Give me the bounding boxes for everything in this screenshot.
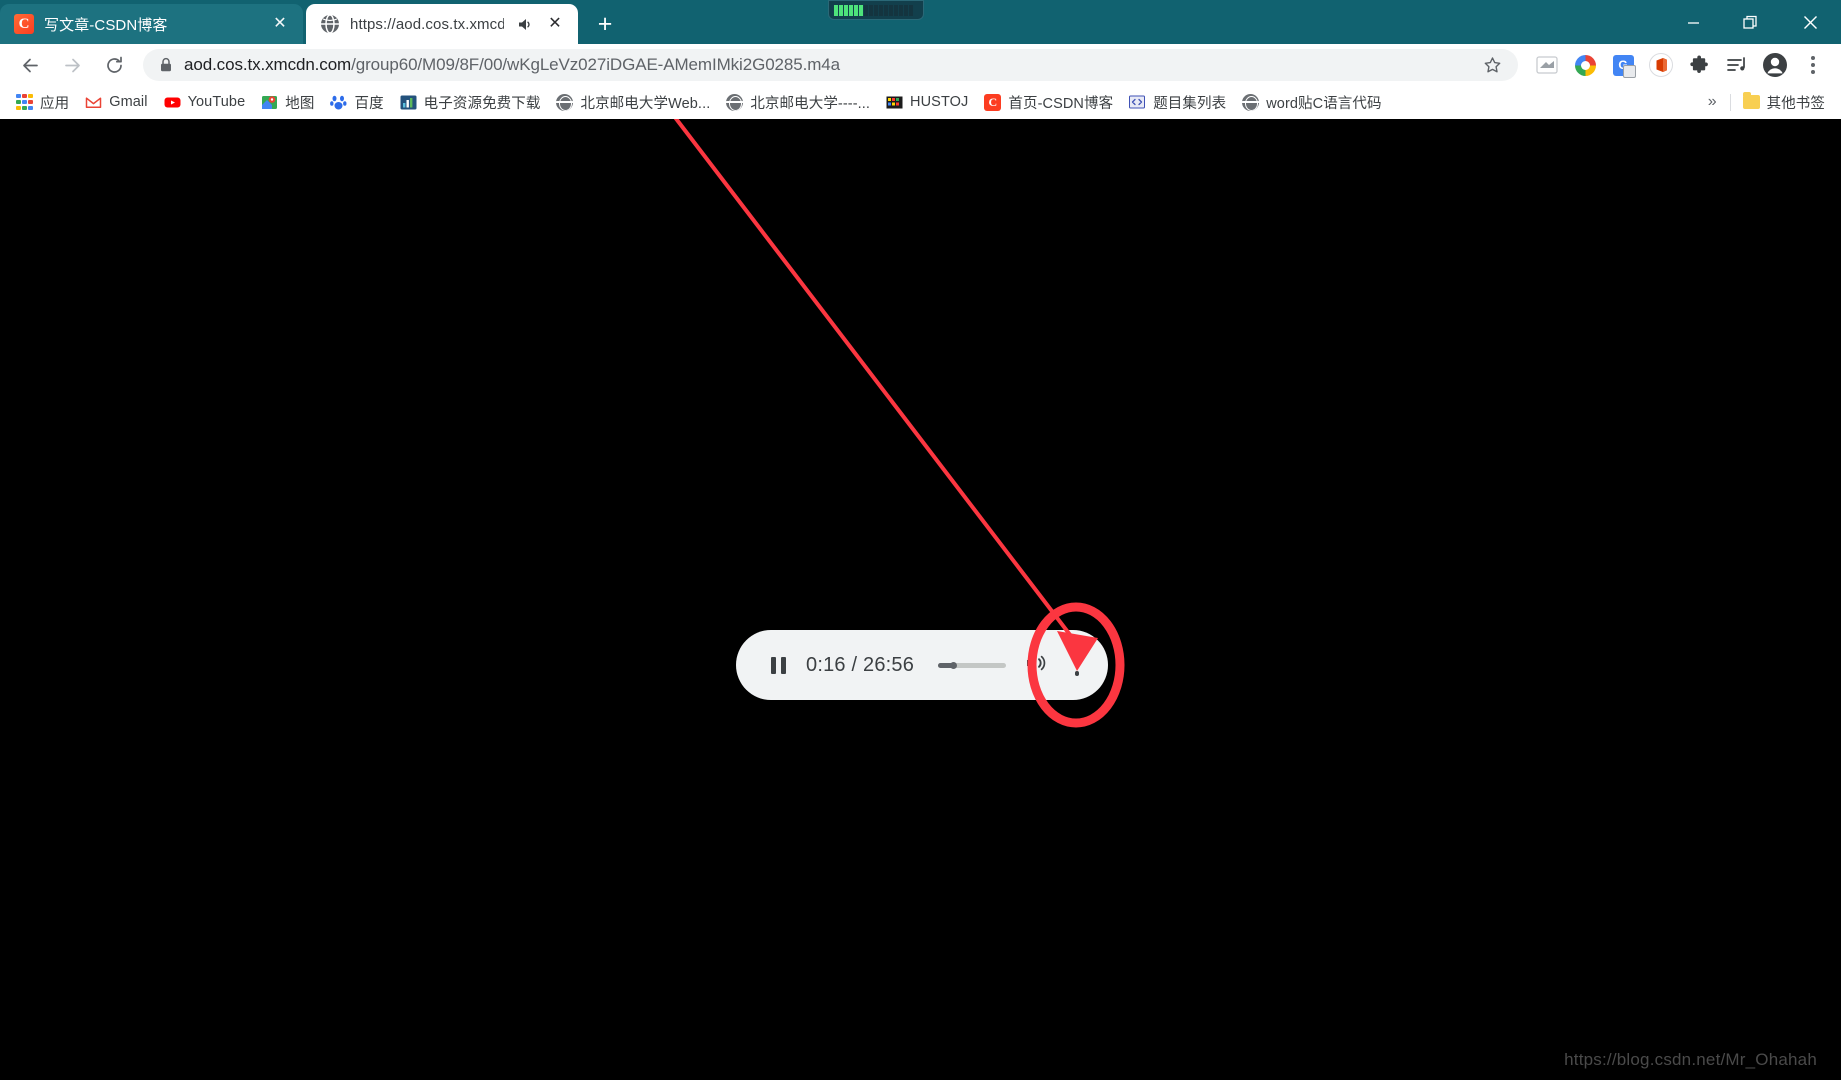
volume-button[interactable] (1020, 648, 1054, 682)
bookmarks-divider (1729, 93, 1731, 111)
audio-player: 0:16 / 26:56 (736, 630, 1108, 700)
slider-knob[interactable] (950, 661, 958, 669)
chart-icon (400, 94, 417, 111)
restore-button[interactable] (1722, 0, 1779, 44)
bookmark-label: 北京邮电大学Web... (580, 95, 711, 112)
youtube-icon (164, 94, 181, 111)
folder-icon (1742, 92, 1760, 109)
browser-tab-audio[interactable]: https://aod.cos.tx.xmcdn.c ✕ (306, 4, 578, 44)
more-options-icon (1074, 654, 1080, 676)
globe-favicon-icon (320, 14, 340, 34)
window-controls (1665, 0, 1841, 44)
chrome-menu-icon[interactable] (1795, 48, 1831, 82)
bookmark-label: 应用 (40, 95, 70, 112)
bookmark-label: 其他书签 (1766, 95, 1825, 112)
bookmark-hustoj[interactable]: HUSTOJ (878, 89, 976, 115)
csdn-favicon-icon: C (14, 14, 34, 34)
forward-button[interactable] (52, 48, 92, 82)
new-tab-button[interactable]: + (588, 7, 622, 41)
bookmarks-overflow-icon[interactable]: » (1699, 93, 1726, 111)
tab-close-icon[interactable]: ✕ (269, 13, 291, 35)
tab-close-icon[interactable]: ✕ (544, 13, 566, 35)
volume-on-icon (1025, 652, 1049, 679)
slider-track (938, 661, 1006, 669)
csdn-icon: C (984, 93, 1002, 111)
bookmark-label: word贴C语言代码 (1266, 95, 1382, 112)
profile-avatar-icon[interactable] (1757, 48, 1793, 82)
bookmark-label: 首页-CSDN博客 (1008, 95, 1114, 112)
office-icon[interactable] (1643, 48, 1679, 82)
bookmark-label: 题目集列表 (1153, 95, 1227, 112)
bookmark-label: 电子资源免费下载 (423, 95, 541, 112)
tab-strip: C 写文章-CSDN博客 ✕ https://aod.cos.tx.xmcdn.… (0, 0, 1841, 44)
bookmark-gmail[interactable]: Gmail (77, 89, 155, 115)
globe-icon (726, 93, 744, 111)
extension-grey-icon[interactable] (1529, 48, 1565, 82)
bookmark-csdn-home[interactable]: C 首页-CSDN博客 (976, 89, 1121, 115)
lock-icon (159, 57, 173, 73)
close-window-button[interactable] (1779, 0, 1841, 44)
watermark-text: https://blog.csdn.net/Mr_Ohahah (1564, 1050, 1817, 1069)
puzzle-extensions-icon[interactable] (1681, 48, 1717, 82)
pause-icon (770, 656, 786, 674)
bookmark-apps[interactable]: 应用 (8, 89, 77, 115)
bookmark-label: 百度 (354, 95, 384, 112)
google-translate-icon[interactable]: G (1605, 48, 1641, 82)
page-content: 0:16 / 26:56 https://blog.csdn.net/Mr_Oh… (0, 119, 1841, 1080)
maps-icon (261, 94, 278, 111)
bookmark-label: 北京邮电大学----... (750, 95, 871, 112)
baidu-icon (330, 94, 347, 111)
back-button[interactable] (10, 48, 50, 82)
play-pause-button[interactable] (760, 647, 796, 683)
bookmark-label: HUSTOJ (910, 94, 969, 110)
tab-title: 写文章-CSDN博客 (44, 16, 168, 34)
player-more-options-button[interactable] (1054, 642, 1100, 688)
bookmark-word-c-code[interactable]: word贴C语言代码 (1234, 89, 1389, 115)
bookmark-label: YouTube (187, 94, 246, 110)
bookmark-star-icon[interactable] (1478, 51, 1506, 79)
performance-meter-widget (828, 0, 924, 20)
code-icon (1129, 94, 1146, 111)
apps-grid-icon (16, 93, 33, 111)
tab-audio-playing-icon[interactable] (514, 14, 534, 34)
bookmark-bupt[interactable]: 北京邮电大学----... (718, 89, 878, 115)
color-ring-icon[interactable] (1567, 48, 1603, 82)
media-playlist-icon[interactable] (1719, 48, 1755, 82)
browser-toolbar: aod.cos.tx.xmcdn.com/group60/M09/8F/00/w… (0, 44, 1841, 86)
hustoj-icon (886, 94, 903, 111)
globe-icon (556, 93, 574, 111)
url-text: aod.cos.tx.xmcdn.com/group60/M09/8F/00/w… (184, 55, 1467, 75)
bookmark-label: Gmail (109, 94, 148, 110)
address-bar[interactable]: aod.cos.tx.xmcdn.com/group60/M09/8F/00/w… (143, 49, 1518, 81)
reload-button[interactable] (94, 48, 134, 82)
progress-slider[interactable] (938, 655, 1006, 675)
url-domain: aod.cos.tx.xmcdn.com (184, 55, 352, 74)
globe-icon (1242, 93, 1260, 111)
bookmark-baidu[interactable]: 百度 (322, 89, 391, 115)
tab-title: https://aod.cos.tx.xmcdn.c (350, 15, 504, 33)
red-annotation-overlay (673, 119, 1125, 728)
bookmark-other-bookmarks[interactable]: 其他书签 (1735, 89, 1833, 115)
time-display: 0:16 / 26:56 (806, 653, 915, 676)
bookmark-youtube[interactable]: YouTube (156, 89, 254, 115)
bookmark-label: 地图 (285, 95, 315, 112)
bookmarks-bar: 应用 Gmail YouTube 地图 百度 电子资源免费下载 北京邮电大学We… (0, 86, 1841, 119)
gmail-icon (85, 94, 102, 111)
url-path: /group60/M09/8F/00/wKgLeVz027iDGAE-AMemI… (351, 55, 841, 74)
bookmark-bupt-web[interactable]: 北京邮电大学Web... (548, 89, 718, 115)
minimize-button[interactable] (1665, 0, 1722, 44)
browser-tab-csdn[interactable]: C 写文章-CSDN博客 ✕ (0, 4, 303, 44)
bookmark-ebook-resources[interactable]: 电子资源免费下载 (392, 89, 549, 115)
bookmark-maps[interactable]: 地图 (253, 89, 322, 115)
bookmark-problem-list[interactable]: 题目集列表 (1121, 89, 1234, 115)
